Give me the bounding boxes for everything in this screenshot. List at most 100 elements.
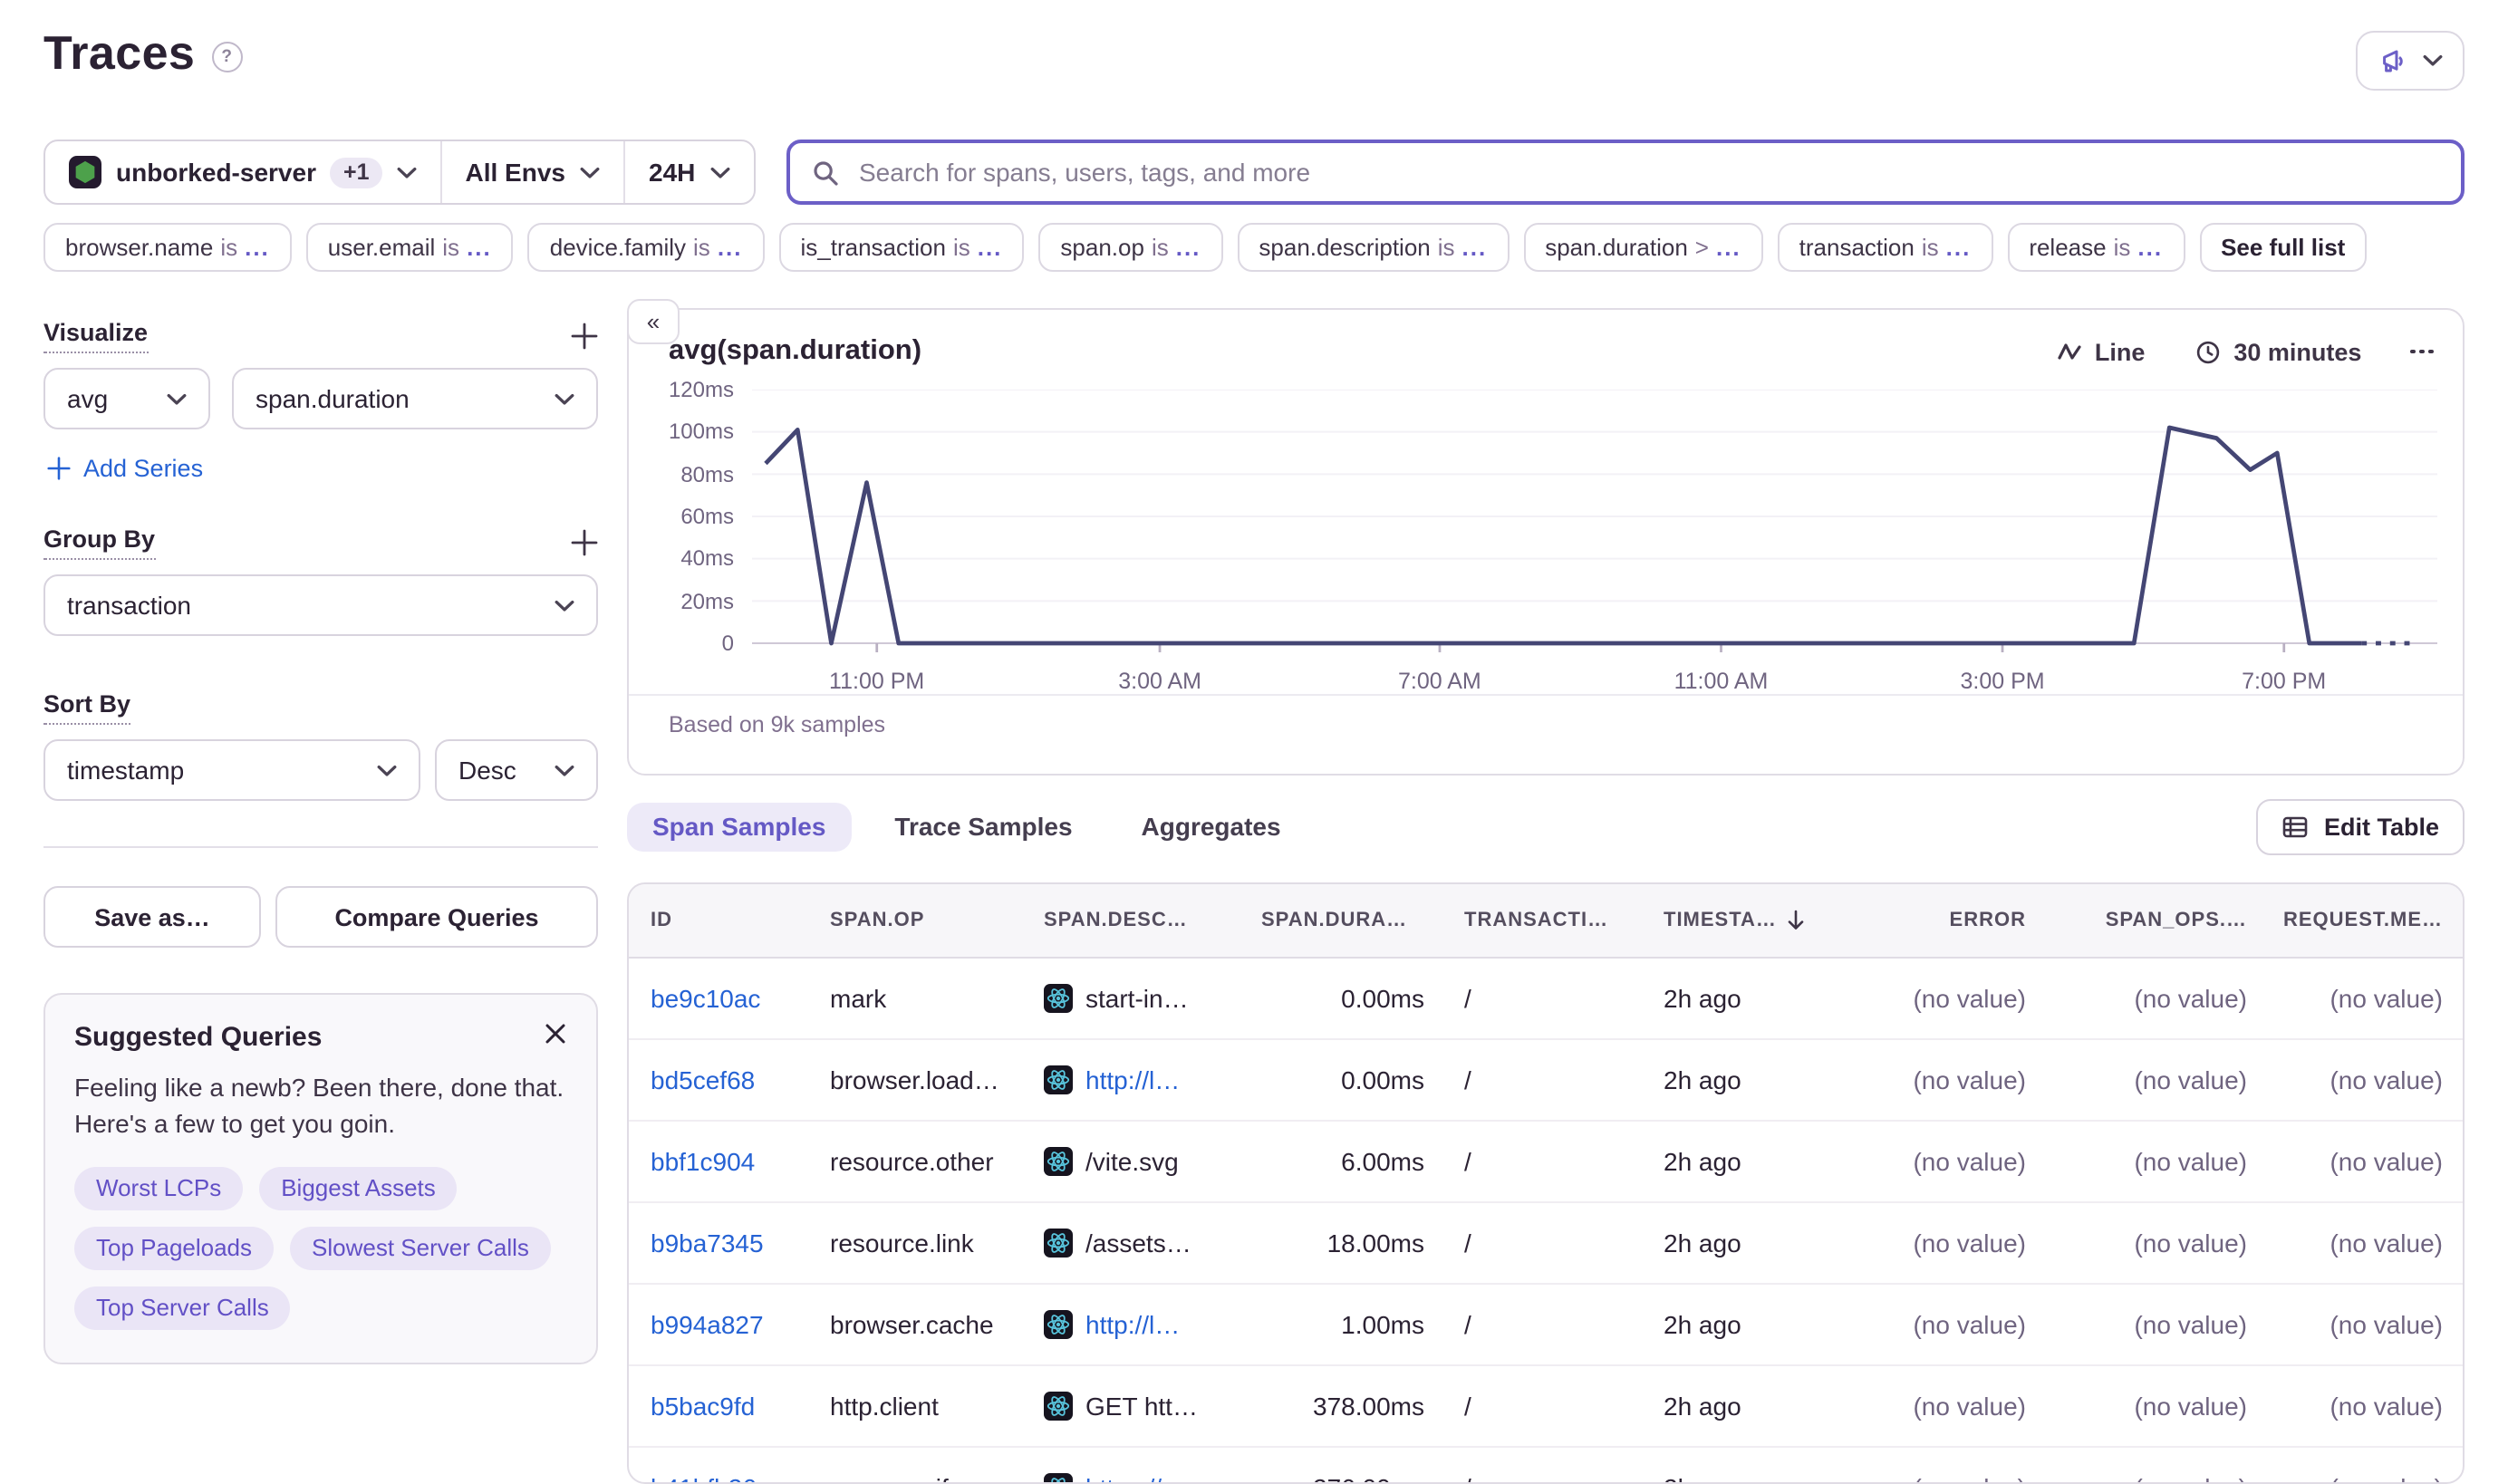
see-full-list-button[interactable]: See full list (2199, 223, 2367, 272)
line-chart: 020ms40ms60ms80ms100ms120ms 11:00 PM3:00… (651, 382, 2441, 694)
result-tabs: Span Samples Trace Samples Aggregates (627, 803, 1307, 852)
col-span-ops[interactable]: SPAN_OPS.… (2030, 910, 2251, 931)
divider (43, 846, 598, 848)
tab-span-samples[interactable]: Span Samples (627, 803, 851, 852)
suggested-query-chip[interactable]: Top Server Calls (74, 1286, 291, 1329)
table-row[interactable]: be9c10acmarkstart-in…0.00ms/2h ago(no va… (629, 959, 2463, 1040)
suggested-queries-title: Suggested Queries (74, 1022, 322, 1053)
help-icon[interactable]: ? (211, 41, 242, 72)
col-span-duration[interactable]: SPAN.DURA… (1261, 910, 1428, 931)
filter-chip[interactable]: releaseis... (2007, 223, 2185, 272)
environment-selector[interactable]: All Envs (442, 141, 624, 203)
span-description-cell: /vite.svg (1044, 1147, 1261, 1176)
span-description-text[interactable]: http://l… (1085, 1065, 1180, 1094)
span-op-cell: resource.link (830, 1229, 1044, 1258)
sort-field-select[interactable]: timestamp (43, 739, 420, 801)
chevron-down-icon (397, 166, 417, 178)
add-series-button[interactable]: Add Series (47, 455, 598, 482)
collapse-sidebar-button[interactable]: « (627, 299, 680, 344)
span-description-text[interactable]: https://… (1085, 1473, 1187, 1484)
feedback-button[interactable] (2356, 31, 2465, 91)
filter-chip[interactable]: span.duration>... (1523, 223, 1762, 272)
span-id-link[interactable]: b994a827 (651, 1310, 830, 1339)
filter-bar: unborked-server +1 All Envs 24H (43, 140, 2465, 205)
add-visualize-button[interactable] (571, 323, 598, 350)
col-transaction[interactable]: TRANSACTI… (1428, 910, 1664, 931)
page-title: Traces (43, 25, 195, 82)
table-row[interactable]: b5bac9fdhttp.clientGET htt…378.00ms/2h a… (629, 1366, 2463, 1448)
chevron-down-icon (555, 599, 574, 612)
chart-menu-button[interactable] (2410, 349, 2434, 353)
query-sidebar: Visualize avg span.duration Add Series G… (43, 297, 598, 1484)
span-ops-cell: (no value) (2030, 984, 2251, 1013)
span-ops-cell: (no value) (2030, 1310, 2251, 1339)
search-bar[interactable] (786, 140, 2465, 205)
table-row[interactable]: b994a827browser.cachehttp://l…1.00ms/2h … (629, 1285, 2463, 1366)
save-as-button[interactable]: Save as… (43, 886, 261, 948)
chevron-down-icon (167, 392, 187, 405)
span-description-cell: http://l… (1044, 1310, 1261, 1339)
y-tick-label: 40ms (651, 546, 734, 572)
span-description-text[interactable]: http://l… (1085, 1310, 1180, 1339)
compare-queries-button[interactable]: Compare Queries (275, 886, 598, 948)
span-id-link[interactable]: bd5cef68 (651, 1065, 830, 1094)
x-tick-label: 3:00 AM (1118, 669, 1201, 694)
filter-chip[interactable]: span.opis... (1038, 223, 1222, 272)
timestamp-cell: 2h ago (1664, 1147, 1841, 1176)
react-icon (1044, 1147, 1073, 1176)
chart-interval-button[interactable]: 30 minutes (2194, 338, 2361, 365)
col-error[interactable]: ERROR (1841, 910, 2030, 931)
filter-chip[interactable]: user.emailis... (306, 223, 514, 272)
filter-chip[interactable]: is_transactionis... (779, 223, 1025, 272)
table-row[interactable]: bbf1c904resource.other/vite.svg6.00ms/2h… (629, 1122, 2463, 1203)
span-duration-cell: 1.00ms (1261, 1310, 1428, 1339)
sort-direction-select[interactable]: Desc (435, 739, 598, 801)
suggested-query-chip[interactable]: Worst LCPs (74, 1166, 243, 1209)
span-id-link[interactable]: b41bfb26 (651, 1473, 830, 1484)
clock-icon (2194, 338, 2221, 365)
chevron-down-icon (580, 166, 600, 178)
span-duration-cell: 0.00ms (1261, 984, 1428, 1013)
col-span-description[interactable]: SPAN.DESC… (1044, 910, 1261, 931)
timestamp-cell: 2h ago (1664, 1065, 1841, 1094)
group-by-select[interactable]: transaction (43, 574, 598, 636)
span-id-link[interactable]: bbf1c904 (651, 1147, 830, 1176)
span-id-link[interactable]: be9c10ac (651, 984, 830, 1013)
suggested-query-chip[interactable]: Biggest Assets (259, 1166, 458, 1209)
col-request-method[interactable]: REQUEST.ME… (2251, 910, 2446, 931)
filter-chip[interactable]: transactionis... (1778, 223, 1993, 272)
filter-chip[interactable]: browser.nameis... (43, 223, 292, 272)
suggested-query-chip[interactable]: Slowest Server Calls (290, 1226, 551, 1269)
search-input[interactable] (855, 156, 2439, 188)
y-tick-label: 20ms (651, 588, 734, 613)
timestamp-cell: 2h ago (1664, 1473, 1841, 1484)
transaction-cell: / (1428, 984, 1664, 1013)
aggregate-select[interactable]: avg (43, 368, 210, 429)
request-method-cell: (no value) (2251, 1392, 2446, 1421)
col-span-op[interactable]: SPAN.OP (830, 910, 1044, 931)
edit-table-button[interactable]: Edit Table (2257, 799, 2465, 855)
span-id-link[interactable]: b5bac9fd (651, 1392, 830, 1421)
table-row[interactable]: b9ba7345resource.link/assets…18.00ms/2h … (629, 1203, 2463, 1285)
col-timestamp[interactable]: TIMESTA… (1664, 910, 1841, 931)
close-icon[interactable] (544, 1022, 567, 1046)
filter-chip[interactable]: device.familyis... (528, 223, 765, 272)
span-description-text: /assets… (1085, 1229, 1191, 1258)
react-icon (1044, 1473, 1073, 1484)
timestamp-cell: 2h ago (1664, 1229, 1841, 1258)
filter-chip[interactable]: span.descriptionis... (1237, 223, 1509, 272)
table-row[interactable]: b41bfb26resource.ifra…https://…276.00ms/… (629, 1448, 2463, 1484)
table-row[interactable]: bd5cef68browser.load…http://l…0.00ms/2h … (629, 1040, 2463, 1122)
time-range-selector[interactable]: 24H (625, 141, 753, 203)
y-tick-label: 60ms (651, 504, 734, 529)
chart-type-button[interactable]: Line (2057, 338, 2146, 365)
col-id[interactable]: ID (651, 910, 830, 931)
field-select[interactable]: span.duration (232, 368, 598, 429)
tab-aggregates[interactable]: Aggregates (1116, 803, 1307, 852)
suggested-query-chip[interactable]: Top Pageloads (74, 1226, 274, 1269)
page-filter-bar: unborked-server +1 All Envs 24H (43, 140, 756, 205)
span-id-link[interactable]: b9ba7345 (651, 1229, 830, 1258)
add-group-by-button[interactable] (571, 529, 598, 556)
project-selector[interactable]: unborked-server +1 (45, 141, 440, 203)
tab-trace-samples[interactable]: Trace Samples (869, 803, 1097, 852)
